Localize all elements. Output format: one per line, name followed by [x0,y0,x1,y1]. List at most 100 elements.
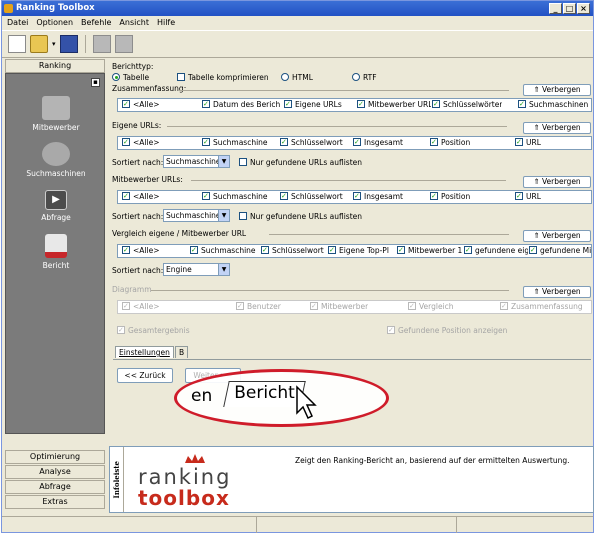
diagram-label: Diagramm [112,285,152,294]
col-datum[interactable]: Datum des Berich [202,100,282,109]
col-gefundene-eig[interactable]: gefundene eig [464,246,528,255]
collapse-icon[interactable]: ▪ [91,78,100,87]
close-button[interactable]: × [577,3,590,14]
divider [191,180,506,181]
col-gefundene-mi[interactable]: gefundene Mi [529,246,591,255]
new-document-icon[interactable] [8,35,26,53]
compare-sort-select[interactable]: Engine ▼ [163,263,230,276]
print-icon[interactable] [114,35,133,53]
sidebar: Ranking ▪ Mitbewerber Suchmaschinen ▶ Ab… [5,59,105,434]
nav-analyse[interactable]: Analyse [5,465,105,479]
gears-icon [42,142,70,166]
nav-abfrage[interactable]: Abfrage [5,480,105,494]
status-pane [257,517,457,533]
sidebar-item-bericht[interactable]: Bericht [6,234,106,270]
menu-bar: Datei Optionen Befehle Ansicht Hilfe [2,16,593,30]
col-alle[interactable]: <Alle> [122,192,159,201]
col-url[interactable]: URL [515,192,541,201]
competitor-sort-select[interactable]: Suchmaschine ▼ [163,209,230,222]
compare-columns: <Alle> Suchmaschine Schlüsselwort Eigene… [117,244,592,258]
tab-baseline [113,359,591,360]
menu-hilfe[interactable]: Hilfe [157,16,175,30]
col-alle[interactable]: <Alle> [122,246,159,255]
col-alle[interactable]: <Alle> [122,138,159,147]
col-position[interactable]: Position [430,138,470,147]
sidebar-header[interactable]: Ranking [5,59,105,73]
back-button[interactable]: << Zurück [117,368,173,383]
summary-hide-button[interactable]: ⇑ Verbergen [523,84,591,96]
col-vergleich: Vergleich [408,302,454,311]
menu-befehle[interactable]: Befehle [81,16,111,30]
menu-ansicht[interactable]: Ansicht [119,16,149,30]
app-icon [4,4,13,13]
info-tab[interactable]: Infoleiste [110,447,124,512]
col-insgesamt[interactable]: Insgesamt [353,192,403,201]
col-schluesselwort[interactable]: Schlüsselwort [261,246,327,255]
radio-html[interactable] [281,73,289,81]
competitor-hide-button[interactable]: ⇑ Verbergen [523,176,591,188]
competitor-only-found[interactable]: Nur gefundene URLs auflisten [239,212,362,221]
col-mitbewerber-url[interactable]: Mitbewerber URL [357,100,431,109]
compare-sort-label: Sortiert nach: [112,266,164,275]
tab-bericht-small[interactable]: B [175,346,189,358]
minimize-button[interactable]: _ [549,3,562,14]
sidebar-bottom-nav: Optimierung Analyse Abfrage Extras [5,450,105,510]
col-alle[interactable]: <Alle> [122,100,159,109]
own-sort-select[interactable]: Suchmaschine ▼ [163,155,230,168]
col-mitbewerber-1[interactable]: Mitbewerber 1 [397,246,463,255]
diagram-hide-button[interactable]: ⇑ Verbergen [523,286,591,298]
col-position[interactable]: Position [430,192,470,201]
open-dropdown-icon[interactable]: ▾ [52,40,56,48]
col-schluesselwort[interactable]: Schlüsselwort [280,192,343,201]
sidebar-item-suchmaschinen[interactable]: Suchmaschinen [6,142,106,178]
competitor-columns: <Alle> Suchmaschine Schlüsselwort Insges… [117,190,592,204]
compare-label: Vergleich eigene / Mitbewerber URL [112,229,247,238]
own-only-found[interactable]: Nur gefundene URLs auflisten [239,158,362,167]
checkbox-komprimieren[interactable] [177,73,185,81]
play-icon: ▶ [45,190,67,210]
open-folder-icon[interactable] [30,35,48,53]
sidebar-item-mitbewerber[interactable]: Mitbewerber [6,96,106,132]
compare-hide-button[interactable]: ⇑ Verbergen [523,230,591,242]
type-rtf[interactable]: RTF [352,73,377,82]
own-only-found-checkbox[interactable] [239,158,247,166]
col-schluesselwoerter[interactable]: Schlüsselwörter [432,100,502,109]
nav-optimierung[interactable]: Optimierung [5,450,105,464]
report-icon [45,234,67,258]
nav-extras[interactable]: Extras [5,495,105,509]
sidebar-item-label: Bericht [42,261,70,270]
type-html[interactable]: HTML [281,73,313,82]
col-insgesamt[interactable]: Insgesamt [353,138,403,147]
chevron-down-icon: ▼ [218,156,229,167]
window-title: Ranking Toolbox [16,3,95,13]
col-suchmaschine[interactable]: Suchmaschine [190,246,260,255]
tab-einstellungen[interactable]: Einstellungen [115,346,174,358]
col-eigene-top[interactable]: Eigene Top-Pl [328,246,396,255]
logo-toolbox: toolbox [138,486,230,510]
col-eigene-urls[interactable]: Eigene URLs [284,100,342,109]
menu-optionen[interactable]: Optionen [36,16,73,30]
save-icon[interactable] [59,35,78,53]
col-suchmaschine[interactable]: Suchmaschine [202,138,268,147]
col-schluesselwort[interactable]: Schlüsselwort [280,138,343,147]
grid-icon[interactable] [92,35,111,53]
col-suchmaschine[interactable]: Suchmaschine [202,192,268,201]
zoom-tab-bericht[interactable]: Bericht [223,381,306,407]
mouse-cursor-icon [296,385,317,420]
own-sort-label: Sortiert nach: [112,158,164,167]
radio-tabelle[interactable] [112,73,120,81]
sidebar-item-abfrage[interactable]: ▶ Abfrage [6,190,106,222]
own-hide-button[interactable]: ⇑ Verbergen [523,122,591,134]
radio-rtf[interactable] [352,73,360,81]
menu-datei[interactable]: Datei [7,16,28,30]
maximize-button[interactable]: □ [563,3,576,14]
zoom-tab-einstellungen[interactable]: en [191,386,212,406]
chevron-down-icon: ▼ [218,210,229,221]
own-urls-label: Eigene URLs: [112,121,162,130]
col-url[interactable]: URL [515,138,541,147]
title-bar[interactable]: Ranking Toolbox _ □ × [2,1,593,16]
competitor-only-found-checkbox[interactable] [239,212,247,220]
col-suchmaschinen[interactable]: Suchmaschinen [518,100,592,109]
type-tabelle[interactable]: Tabelle [112,73,149,82]
type-tabelle-komprimieren[interactable]: Tabelle komprimieren [177,73,269,82]
